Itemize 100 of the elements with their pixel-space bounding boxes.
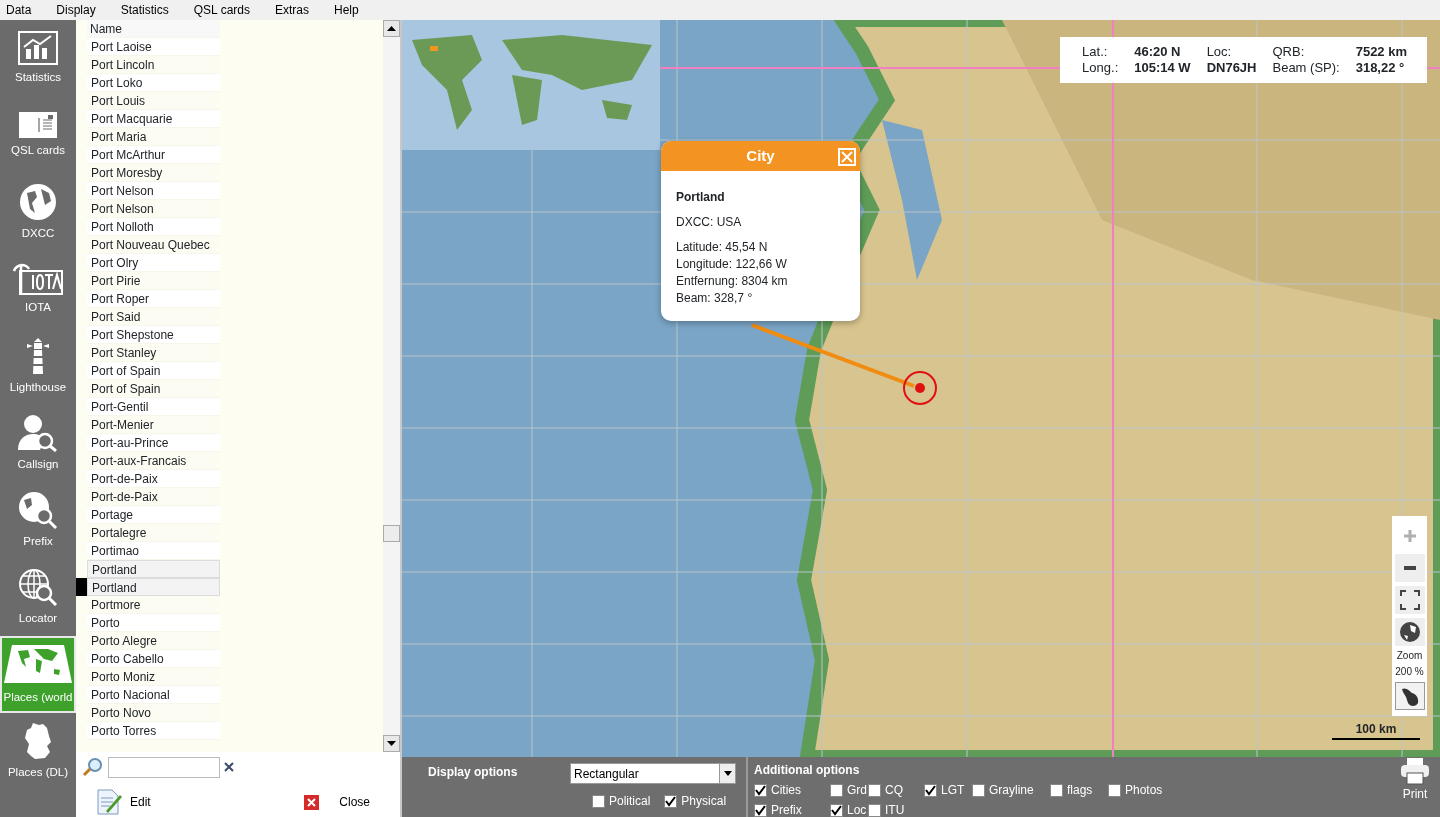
- list-item[interactable]: Port-Gentil: [87, 398, 220, 416]
- list-item[interactable]: Porto: [87, 614, 220, 632]
- list-item[interactable]: Port Loko: [87, 74, 220, 92]
- document-pencil-icon: [96, 789, 122, 815]
- person-icon: [18, 413, 58, 452]
- list-item[interactable]: Portimao: [87, 542, 220, 560]
- grid-search-icon: [18, 567, 58, 606]
- list-item[interactable]: Porto Nacional: [87, 686, 220, 704]
- info-label: Long.:: [1082, 60, 1119, 76]
- checkmark-icon: [831, 804, 842, 816]
- checkbox[interactable]: Grayline: [972, 781, 1050, 799]
- menu-item[interactable]: Extras: [273, 1, 320, 19]
- detail-text: Latitude: 45,54 N: [676, 239, 769, 256]
- sidebar-item[interactable]: DXCC: [0, 174, 76, 251]
- checkmark-icon: [755, 804, 766, 816]
- checkbox[interactable]: Prefix: [754, 801, 830, 817]
- checkbox[interactable]: Photos: [1108, 781, 1163, 799]
- iota-icon: [13, 262, 63, 295]
- checkmark-icon: [665, 795, 677, 807]
- city-name: Portland: [676, 189, 726, 206]
- section-title: Display options: [428, 764, 519, 781]
- column-header[interactable]: Name: [87, 20, 220, 38]
- globe-search-icon: [18, 490, 58, 529]
- chart-icon: [18, 30, 58, 65]
- menu-item[interactable]: Help: [332, 1, 370, 19]
- scale-bar: 100 km: [1332, 720, 1420, 740]
- globe-icon: [19, 182, 57, 221]
- checkbox[interactable]: LGT: [924, 781, 972, 799]
- checkbox[interactable]: Loc: [830, 801, 868, 817]
- checkbox[interactable]: ITU: [868, 801, 924, 817]
- list-item[interactable]: Port Nelson: [87, 182, 220, 200]
- scroll-up-button[interactable]: [383, 20, 400, 37]
- checkmark-icon: [925, 784, 936, 796]
- list-item[interactable]: Portland: [87, 560, 220, 578]
- popup-title: City: [746, 145, 775, 166]
- menu-item[interactable]: Display: [54, 1, 107, 19]
- close-icon: [304, 794, 320, 810]
- detail-text: Longitude: 122,66 W: [676, 256, 788, 273]
- dxcc-text: DXCC: USA: [676, 214, 743, 231]
- scroll-down-button[interactable]: [383, 735, 400, 752]
- sidebar-item[interactable]: QSL cards: [0, 97, 76, 174]
- info-label: QRB:: [1272, 44, 1306, 60]
- sidebar-item[interactable]: Lighthouse: [0, 328, 76, 405]
- detail-text: Beam: 328,7 °: [676, 290, 754, 307]
- sidebar-item[interactable]: Statistics: [0, 20, 76, 97]
- list-item[interactable]: Port Laoise: [87, 38, 220, 56]
- card-icon: [19, 111, 57, 138]
- menu-item[interactable]: QSL cards: [191, 1, 261, 19]
- sidebar-item[interactable]: Callsign: [0, 405, 76, 482]
- info-value: DN76JH: [1206, 60, 1257, 76]
- detail-text: Entfernung: 8304 km: [676, 273, 789, 290]
- list-item[interactable]: Port Macquarie: [87, 110, 220, 128]
- info-label: Loc:: [1206, 44, 1233, 60]
- info-value: 318,22 °: [1355, 60, 1406, 76]
- list-item[interactable]: Portland: [87, 578, 220, 596]
- checkbox[interactable]: Political: [592, 792, 651, 810]
- info-label: Lat.:: [1082, 44, 1109, 60]
- info-label: Beam (SP):: [1272, 60, 1340, 76]
- map-icon: [4, 642, 72, 685]
- checkbox[interactable]: Grd: [830, 781, 868, 799]
- list-item[interactable]: Port McArthur: [87, 146, 220, 164]
- menu-item[interactable]: Statistics: [118, 1, 180, 19]
- checkmark-icon: [755, 784, 766, 796]
- sidebar-item[interactable]: Places (DL): [0, 713, 76, 790]
- sidebar-item[interactable]: Prefix: [0, 482, 76, 559]
- clear-icon[interactable]: [224, 762, 234, 772]
- list-item[interactable]: Port-au-Prince: [87, 434, 220, 452]
- zoom-value: 200 %: [1395, 666, 1424, 678]
- list-item[interactable]: Port Shepstone: [87, 326, 220, 344]
- section-title: Additional options: [754, 762, 861, 779]
- arrow-up-icon: [387, 26, 396, 31]
- list-item[interactable]: Port of Spain: [87, 362, 220, 380]
- list-item[interactable]: Porto Cabello: [87, 650, 220, 668]
- zoom-out-icon[interactable]: [1394, 554, 1425, 582]
- country-outline-icon: [23, 721, 53, 760]
- fullscreen-icon[interactable]: [1394, 586, 1425, 614]
- globe-icon[interactable]: [1394, 618, 1425, 646]
- close-button[interactable]: Close: [304, 793, 370, 811]
- zoom-label: Zoom: [1396, 650, 1423, 662]
- list-item[interactable]: Portage: [87, 506, 220, 524]
- print-button[interactable]: Print: [1400, 757, 1430, 817]
- edit-button[interactable]: Edit: [96, 789, 151, 815]
- list-item[interactable]: Port Olry: [87, 254, 220, 272]
- list-item[interactable]: Porto Torres: [87, 722, 220, 740]
- checkbox[interactable]: flags: [1050, 781, 1108, 799]
- checkbox[interactable]: CQ: [868, 781, 924, 799]
- list-item[interactable]: Port Nolloth: [87, 218, 220, 236]
- sidebar-item[interactable]: IOTA: [0, 251, 76, 328]
- checkbox[interactable]: Cities: [754, 781, 830, 799]
- list-item[interactable]: Port Roper: [87, 290, 220, 308]
- search-icon: [82, 757, 104, 777]
- menu-item[interactable]: Data: [4, 1, 43, 19]
- lighthouse-icon: [25, 336, 51, 375]
- printer-icon: [1400, 757, 1430, 785]
- list-item[interactable]: Port-de-Paix: [87, 470, 220, 488]
- scrollbar-thumb[interactable]: [383, 525, 400, 542]
- sidebar-item[interactable]: Locator: [0, 559, 76, 636]
- projection-dropdown[interactable]: Rectangular: [570, 763, 736, 784]
- search-field[interactable]: [108, 756, 220, 778]
- checkbox[interactable]: Physical: [664, 792, 727, 810]
